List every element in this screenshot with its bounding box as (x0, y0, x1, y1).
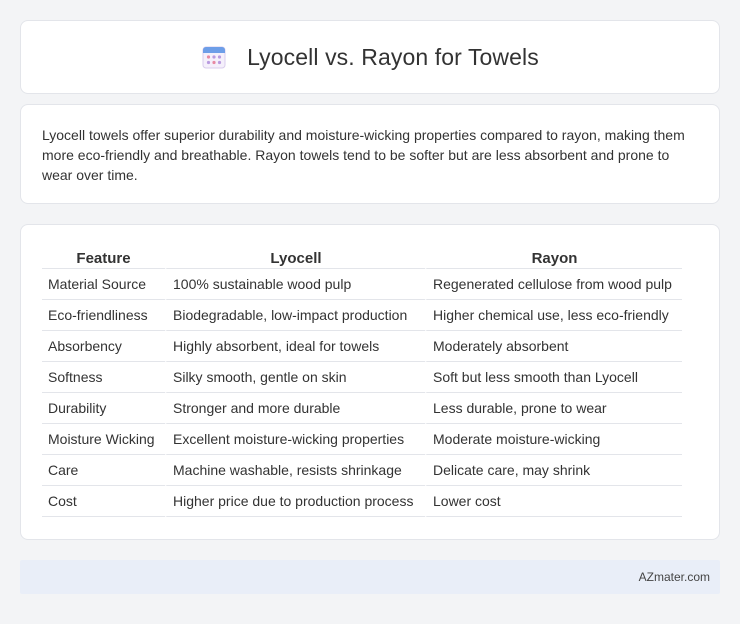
feature-cell: Absorbency (42, 331, 165, 362)
page-title: Lyocell vs. Rayon for Towels (247, 43, 539, 70)
calendar-icon (202, 46, 226, 69)
table-header-row: Feature Lyocell Rayon (42, 245, 682, 269)
table-row: Softness Silky smooth, gentle on skin So… (42, 362, 682, 393)
summary-text: Lyocell towels offer superior durability… (42, 127, 685, 183)
table-row: Cost Higher price due to production proc… (42, 486, 682, 517)
footer-brand-link[interactable]: AZmater.com (639, 570, 710, 584)
header-rayon: Rayon (425, 245, 682, 269)
table-row: Moisture Wicking Excellent moisture-wick… (42, 424, 682, 455)
feature-cell: Moisture Wicking (42, 424, 165, 455)
rayon-cell: Less durable, prone to wear (425, 393, 682, 424)
header-feature: Feature (42, 245, 165, 269)
header-inner: Lyocell vs. Rayon for Towels (201, 44, 539, 71)
table-row: Eco-friendliness Biodegradable, low-impa… (42, 300, 682, 331)
feature-cell: Softness (42, 362, 165, 393)
feature-cell: Durability (42, 393, 165, 424)
lyocell-cell: Machine washable, resists shrinkage (165, 455, 425, 486)
rayon-cell: Lower cost (425, 486, 682, 517)
feature-cell: Eco-friendliness (42, 300, 165, 331)
summary-card: Lyocell towels offer superior durability… (20, 104, 720, 204)
comparison-table: Feature Lyocell Rayon Material Source 10… (42, 245, 682, 517)
feature-cell: Care (42, 455, 165, 486)
lyocell-cell: Highly absorbent, ideal for towels (165, 331, 425, 362)
comparison-table-card: Feature Lyocell Rayon Material Source 10… (20, 224, 720, 540)
header-card: Lyocell vs. Rayon for Towels (20, 20, 720, 94)
feature-cell: Cost (42, 486, 165, 517)
lyocell-cell: Excellent moisture-wicking properties (165, 424, 425, 455)
rayon-cell: Moderately absorbent (425, 331, 682, 362)
rayon-cell: Moderate moisture-wicking (425, 424, 682, 455)
lyocell-cell: Stronger and more durable (165, 393, 425, 424)
table-row: Care Machine washable, resists shrinkage… (42, 455, 682, 486)
rayon-cell: Higher chemical use, less eco-friendly (425, 300, 682, 331)
table-row: Durability Stronger and more durable Les… (42, 393, 682, 424)
lyocell-cell: 100% sustainable wood pulp (165, 269, 425, 300)
header-lyocell: Lyocell (165, 245, 425, 269)
page: Lyocell vs. Rayon for Towels Lyocell tow… (0, 0, 740, 624)
lyocell-cell: Higher price due to production process (165, 486, 425, 517)
lyocell-cell: Silky smooth, gentle on skin (165, 362, 425, 393)
table-row: Material Source 100% sustainable wood pu… (42, 269, 682, 300)
footer: AZmater.com (20, 560, 720, 594)
feature-cell: Material Source (42, 269, 165, 300)
lyocell-cell: Biodegradable, low-impact production (165, 300, 425, 331)
rayon-cell: Delicate care, may shrink (425, 455, 682, 486)
table-row: Absorbency Highly absorbent, ideal for t… (42, 331, 682, 362)
rayon-cell: Soft but less smooth than Lyocell (425, 362, 682, 393)
rayon-cell: Regenerated cellulose from wood pulp (425, 269, 682, 300)
